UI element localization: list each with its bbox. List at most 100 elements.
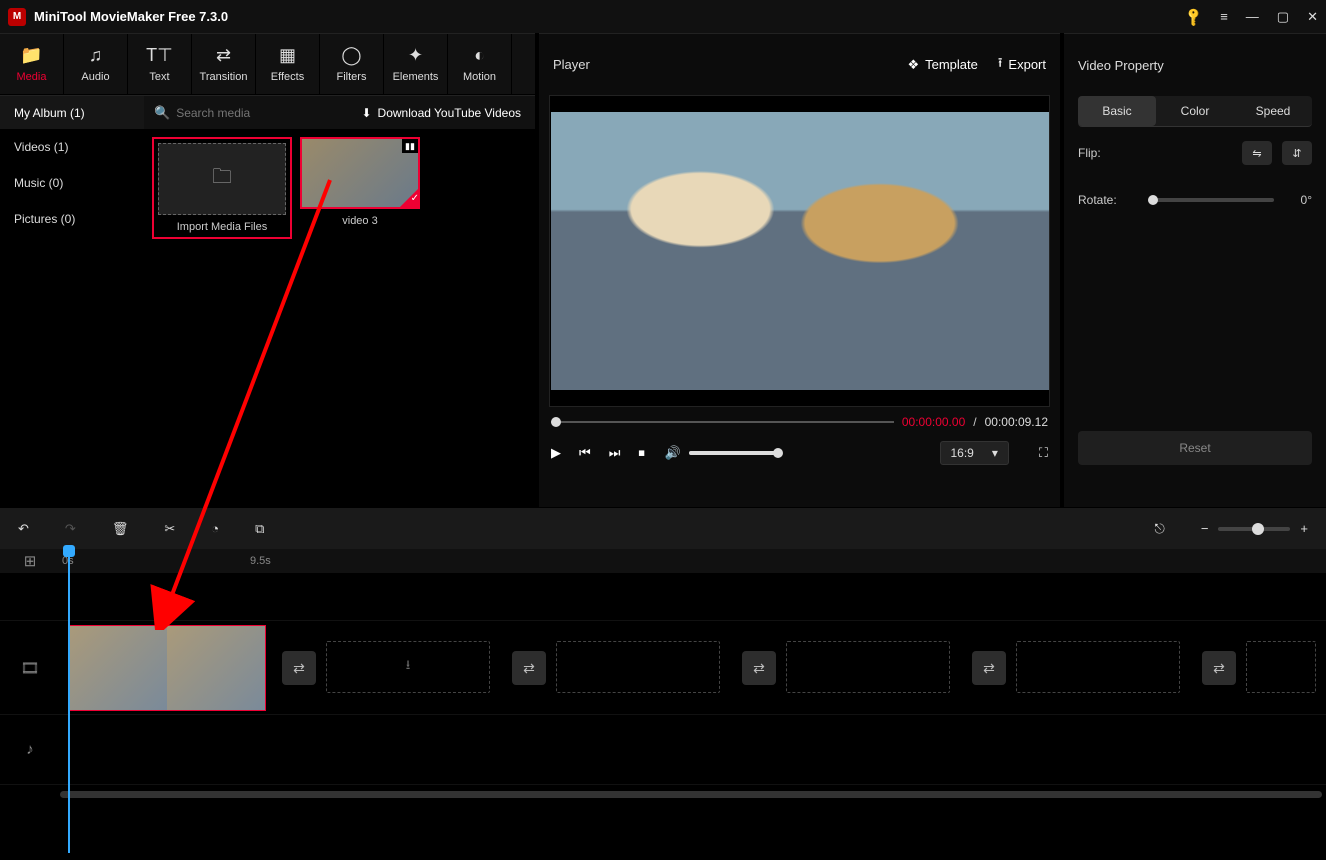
transition-slot-2[interactable]: ⇄ [512,651,546,685]
clip-placeholder-5[interactable] [1246,641,1316,693]
added-check-icon [400,189,418,207]
stop-button[interactable]: ⏹ [638,445,645,461]
timeline-clip[interactable] [68,625,266,711]
category-music[interactable]: Music (0) [0,165,144,201]
tab-audio-label: Audio [81,71,109,83]
crop-button[interactable]: ⧉ [255,521,264,537]
volume-slider[interactable] [689,451,779,455]
seek-bar[interactable] [551,416,894,428]
timeline-ruler[interactable]: ⊞ 0s 9.5s [0,549,1326,573]
aspect-ratio-value: 16:9 [951,446,974,460]
template-label: Template [925,57,978,72]
template-button[interactable]: ❖ Template [907,57,977,73]
transition-slot-3[interactable]: ⇄ [742,651,776,685]
transition-slot-5[interactable]: ⇄ [1202,651,1236,685]
tab-audio[interactable]: ♫ Audio [64,34,128,94]
minimize-button[interactable]: — [1246,9,1259,24]
reset-button[interactable]: Reset [1078,431,1312,465]
zoom-in-button[interactable]: + [1300,521,1308,536]
flip-horizontal-button[interactable]: ⇋ [1242,141,1272,165]
fullscreen-button[interactable]: ⛶ [1039,445,1048,461]
clip-placeholder-1[interactable]: ⭳ [326,641,490,693]
tab-transition-label: Transition [200,71,248,83]
preview-frame [551,112,1049,390]
tab-effects[interactable]: ▦ Effects [256,34,320,94]
undo-button[interactable]: ↶ [18,521,29,537]
album-label[interactable]: My Album (1) [0,96,144,129]
playhead[interactable] [68,549,70,853]
tab-color[interactable]: Color [1156,96,1234,126]
text-icon: T⊤ [146,45,173,65]
clip-placeholder-3[interactable] [786,641,950,693]
rotate-slider[interactable] [1148,198,1274,202]
time-current: 00:00:00.00 [902,415,965,429]
delete-button[interactable]: 🗑 [112,521,129,537]
tab-motion[interactable]: ◐ Motion [448,34,512,94]
tab-motion-label: Motion [463,71,496,83]
folder-icon: 📁 [20,45,42,65]
tab-transition[interactable]: ⇄ Transition [192,34,256,94]
rotate-value: 0° [1284,193,1312,207]
download-youtube-label: Download YouTube Videos [378,106,521,120]
export-button[interactable]: ⭱ Export [998,54,1046,76]
effects-icon: ▦ [279,45,296,65]
maximize-button[interactable]: ▢ [1277,9,1289,25]
search-media[interactable]: 🔍 [144,105,361,121]
timeline: ⊞ 0s 9.5s 🎞 ⇄ ⭳ ⇄ ⇄ ⇄ ⇄ ♪ [0,549,1326,801]
next-frame-button[interactable]: ⏭ [609,445,621,461]
tab-text[interactable]: T⊤ Text [128,34,192,94]
flip-vertical-button[interactable]: ⇵ [1282,141,1312,165]
play-button[interactable]: ▶ [551,445,561,461]
timeline-scrollbar[interactable] [0,789,1326,801]
clip-placeholder-2[interactable] [556,641,720,693]
fit-button[interactable]: ⎋ [1155,521,1165,537]
tab-speed[interactable]: Speed [1234,96,1312,126]
import-media-button[interactable]: 🗀 Import Media Files [152,137,292,239]
clip-thumbnail: ▮▮ [300,137,420,209]
zoom-slider[interactable] [1218,527,1290,531]
transition-icon: ⇄ [216,45,231,65]
redo-button[interactable]: ↷ [65,521,76,537]
export-label: Export [1008,57,1046,72]
music-note-icon: ♫ [89,45,103,65]
aspect-ratio-select[interactable]: 16:9 ▾ [940,441,1009,465]
video-track[interactable]: 🎞 ⇄ ⭳ ⇄ ⇄ ⇄ ⇄ [0,621,1326,715]
menu-icon[interactable]: ≡ [1220,9,1228,24]
tab-media[interactable]: 📁 Media [0,34,64,94]
tab-effects-label: Effects [271,71,304,83]
tab-filters[interactable]: ◯ Filters [320,34,384,94]
overlay-track[interactable] [0,573,1326,621]
import-media-label: Import Media Files [177,221,267,233]
timeline-toolbar: ↶ ↷ 🗑 ✂ ◔ ⧉ ⎋ − + [0,507,1326,549]
transition-slot-1[interactable]: ⇄ [282,651,316,685]
rotate-label: Rotate: [1078,193,1138,207]
flip-label: Flip: [1078,146,1138,160]
speed-button[interactable]: ◔ [211,521,219,536]
download-youtube-link[interactable]: ⬇ Download YouTube Videos [361,106,535,120]
prev-frame-button[interactable]: ⏮ [579,445,591,461]
search-input[interactable] [176,106,331,120]
player-title: Player [553,57,887,72]
category-pictures[interactable]: Pictures (0) [0,201,144,237]
download-icon: ⬇ [361,106,371,120]
tab-basic[interactable]: Basic [1078,96,1156,126]
tab-media-label: Media [17,71,47,83]
export-icon: ⭱ [998,54,1003,76]
transition-slot-4[interactable]: ⇄ [972,651,1006,685]
volume-icon[interactable]: 🔊 [665,445,681,461]
time-total: 00:00:09.12 [985,415,1048,429]
media-clip[interactable]: ▮▮ video 3 [300,137,420,227]
split-button[interactable]: ✂ [164,521,175,537]
video-preview[interactable] [549,95,1050,407]
zoom-out-button[interactable]: − [1201,521,1209,536]
key-icon[interactable]: 🔑 [1183,5,1206,28]
add-track-button[interactable]: ⊞ [24,552,37,570]
app-logo-icon: M [8,8,26,26]
category-videos[interactable]: Videos (1) [0,129,144,165]
title-bar: M MiniTool MovieMaker Free 7.3.0 🔑 ≡ — ▢… [0,0,1326,33]
tab-elements[interactable]: ✦ Elements [384,34,448,94]
audio-track[interactable]: ♪ [0,715,1326,785]
close-button[interactable]: ✕ [1307,9,1318,25]
time-separator: / [973,415,976,429]
clip-placeholder-4[interactable] [1016,641,1180,693]
